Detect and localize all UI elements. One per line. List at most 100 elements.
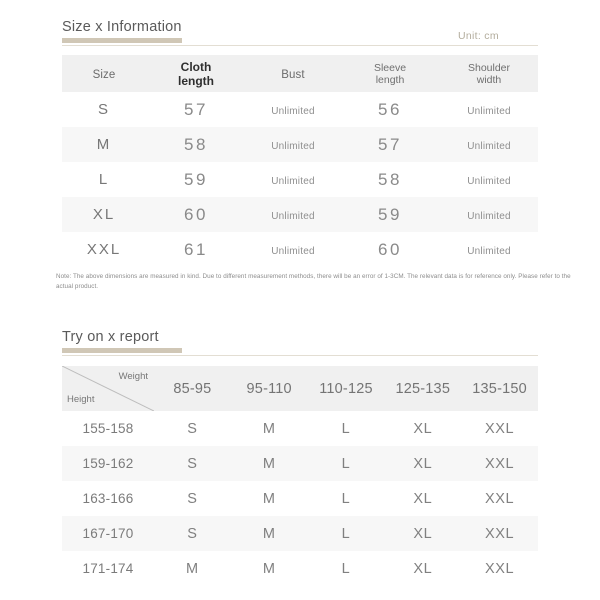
recommended-size-text: XXL <box>484 490 515 507</box>
column-header-weight-range: 110-125 <box>307 366 385 411</box>
cell-sleeve-length: 58 <box>340 162 440 197</box>
recommended-size-text: XL <box>413 455 433 472</box>
cell-sleeve-length-text: 60 <box>378 239 402 259</box>
cell-recommended-size: XL <box>384 551 461 586</box>
corner-label-height: Height <box>67 394 95 405</box>
recommended-size-text: L <box>341 525 351 542</box>
table-row: 159-162 S M L XL XXL <box>62 446 538 481</box>
cell-shoulder-width: Unlimited <box>440 92 538 127</box>
column-header-weight-range: 125-135 <box>384 366 462 411</box>
cell-height-range: 163-166 <box>62 481 154 516</box>
cell-cloth-length-text: 58 <box>184 134 208 154</box>
cell-bust-text: Unlimited <box>271 175 315 187</box>
table-row: 155-158 S M L XL XXL <box>62 411 538 446</box>
cell-size-text: L <box>98 170 110 188</box>
cell-shoulder-width-text: Unlimited <box>467 175 511 187</box>
weight-range-text: 110-125 <box>319 380 373 397</box>
cell-shoulder-width: Unlimited <box>440 162 538 197</box>
cell-size: M <box>62 127 146 162</box>
cell-size-text: XXL <box>86 240 122 258</box>
recommended-size-text: XXL <box>484 455 515 472</box>
cell-recommended-size: M <box>154 551 231 586</box>
section-divider-rule <box>62 45 538 46</box>
cell-sleeve-length: 59 <box>340 197 440 232</box>
cell-recommended-size: L <box>308 516 385 551</box>
corner-header-height-weight: Weight Height <box>62 366 154 411</box>
column-header-weight-range: 95-110 <box>230 366 308 411</box>
cell-sleeve-length-text: 57 <box>378 134 402 154</box>
table-header-row: Weight Height 85-95 95-110 110-125 125-135 1… <box>62 366 538 411</box>
try-on-report-table: Weight Height 85-95 95-110 110-125 125-135 1… <box>62 366 538 586</box>
cell-size: XXL <box>62 232 146 267</box>
cell-cloth-length: 59 <box>146 162 246 197</box>
height-range-text: 163-166 <box>82 490 134 506</box>
cell-shoulder-width-text: Unlimited <box>467 210 511 222</box>
recommended-size-text: L <box>341 490 351 507</box>
cell-shoulder-width-text: Unlimited <box>467 245 511 257</box>
cell-sleeve-length-text: 58 <box>378 169 402 189</box>
recommended-size-text: S <box>187 455 198 472</box>
height-range-text: 167-170 <box>82 525 134 541</box>
try-on-report-title: Try on x report <box>62 329 159 345</box>
cell-height-range: 171-174 <box>62 551 154 586</box>
cell-bust-text: Unlimited <box>271 245 315 257</box>
cell-recommended-size: XL <box>384 411 461 446</box>
cell-bust: Unlimited <box>246 197 340 232</box>
try-on-report-heading: Try on x report <box>62 328 182 353</box>
column-header-size: Size <box>62 55 146 92</box>
cell-shoulder-width: Unlimited <box>440 232 538 267</box>
cell-sleeve-length: 57 <box>340 127 440 162</box>
cell-cloth-length: 61 <box>146 232 246 267</box>
height-range-text: 159-162 <box>82 455 134 471</box>
recommended-size-text: S <box>187 420 198 437</box>
unit-label: Unit: cm <box>458 30 499 42</box>
cell-bust-text: Unlimited <box>271 105 315 117</box>
table-header-row: Size Cloth length Bust Sleeve length Sho… <box>62 55 538 92</box>
cell-size-text: S <box>97 100 110 118</box>
cell-cloth-length: 58 <box>146 127 246 162</box>
size-chart-page: Size x Information Unit: cm Size Cloth l… <box>0 0 600 600</box>
recommended-size-text: M <box>186 560 199 577</box>
cell-size: L <box>62 162 146 197</box>
column-header-bust: Bust <box>246 55 340 92</box>
recommended-size-text: XXL <box>484 420 515 437</box>
weight-range-text: 135-150 <box>472 380 527 397</box>
cell-bust: Unlimited <box>246 127 340 162</box>
cell-height-range: 159-162 <box>62 446 154 481</box>
table-row: 167-170 S M L XL XXL <box>62 516 538 551</box>
cell-recommended-size: L <box>308 411 385 446</box>
cell-sleeve-length: 56 <box>340 92 440 127</box>
title-underline-bar-2 <box>62 348 182 353</box>
cell-cloth-length-text: 57 <box>184 99 208 119</box>
cell-size: S <box>62 92 146 127</box>
size-information-heading: Size x Information <box>62 18 182 43</box>
recommended-size-text: M <box>262 560 276 577</box>
cell-recommended-size: M <box>231 551 308 586</box>
weight-range-text: 125-135 <box>395 380 451 397</box>
weight-range-text: 85-95 <box>173 380 212 397</box>
column-header-weight-range: 135-150 <box>461 366 538 411</box>
cell-bust: Unlimited <box>246 92 340 127</box>
table-row: 163-166 S M L XL XXL <box>62 481 538 516</box>
recommended-size-text: M <box>262 455 276 472</box>
cell-height-range: 155-158 <box>62 411 154 446</box>
cell-shoulder-width: Unlimited <box>440 127 538 162</box>
cell-recommended-size: L <box>308 551 385 586</box>
height-range-text: 171-174 <box>82 560 134 576</box>
cell-cloth-length: 57 <box>146 92 246 127</box>
cell-sleeve-length-text: 59 <box>378 204 402 224</box>
recommended-size-text: S <box>187 490 198 507</box>
cell-bust: Unlimited <box>246 232 340 267</box>
cell-recommended-size: L <box>308 481 385 516</box>
cell-size-text: M <box>96 135 112 153</box>
table-row: XL 60 Unlimited 59 Unlimited <box>62 197 538 232</box>
recommended-size-text: M <box>262 525 276 542</box>
cell-recommended-size: S <box>154 516 231 551</box>
title-underline-bar <box>62 38 182 43</box>
cell-recommended-size: M <box>231 481 308 516</box>
recommended-size-text: XL <box>413 525 433 542</box>
weight-range-text: 95-110 <box>246 380 292 397</box>
size-information-table: Size Cloth length Bust Sleeve length Sho… <box>62 55 538 267</box>
column-header-weight-range: 85-95 <box>154 366 231 411</box>
cell-cloth-length-text: 59 <box>184 169 208 189</box>
